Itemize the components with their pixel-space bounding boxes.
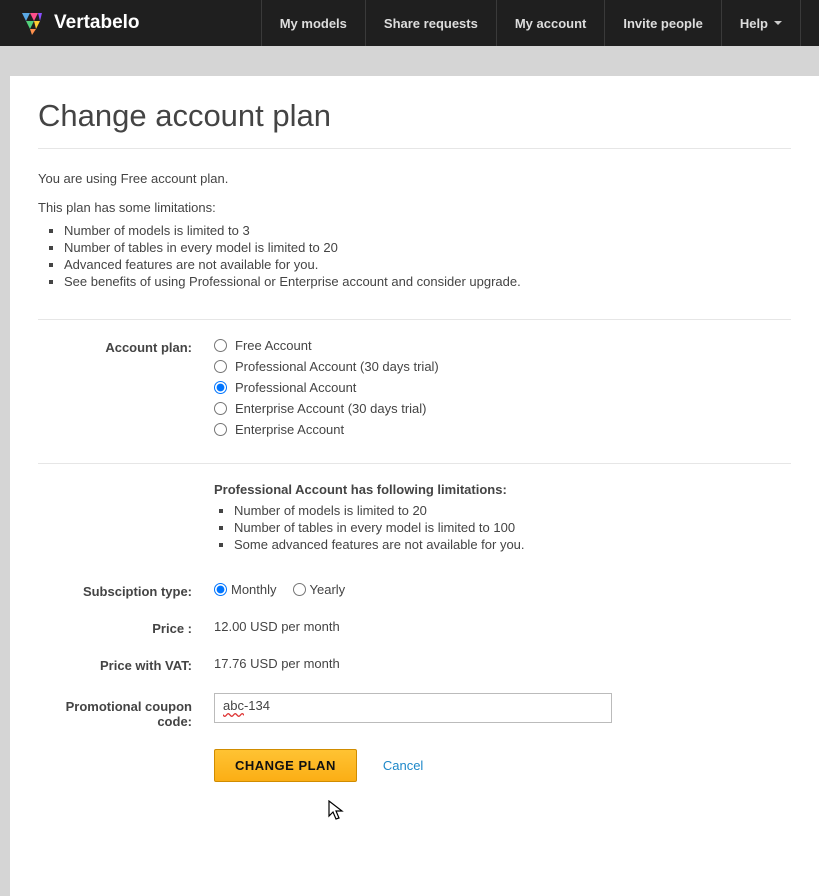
nav-label: My account: [515, 16, 587, 31]
account-plan-options: Free Account Professional Account (30 da…: [214, 338, 791, 443]
plan-option-free[interactable]: Free Account: [214, 338, 791, 353]
row-coupon: Promotional coupon code: abc-134: [38, 693, 791, 729]
subscription-option-monthly[interactable]: Monthly: [214, 582, 277, 597]
nav-label: Share requests: [384, 16, 478, 31]
actions: Change plan Cancel: [214, 749, 791, 782]
plan-option-label: Enterprise Account (30 days trial): [235, 401, 426, 416]
topbar: Vertabelo My models Share requests My ac…: [0, 0, 819, 46]
plan-option-pro[interactable]: Professional Account: [214, 380, 791, 395]
nav-share-requests[interactable]: Share requests: [365, 0, 496, 46]
price-label: Price :: [38, 619, 214, 636]
plan-option-label: Professional Account (30 days trial): [235, 359, 439, 374]
plan-option-label: Free Account: [235, 338, 312, 353]
divider: [38, 463, 791, 464]
coupon-input[interactable]: abc-134: [214, 693, 612, 723]
coupon-text-rest: -134: [244, 698, 270, 713]
plan-limits-head: Professional Account has following limit…: [214, 482, 791, 497]
subscription-option-label: Monthly: [231, 582, 277, 597]
nav-my-models[interactable]: My models: [261, 0, 365, 46]
price-vat-value: 17.76 USD per month: [214, 656, 791, 671]
row-subscription-type: Subsciption type: Monthly Yearly: [38, 582, 791, 599]
limitation-item: Number of models is limited to 3: [64, 223, 791, 238]
plan-option-ent[interactable]: Enterprise Account: [214, 422, 791, 437]
subscription-option-yearly[interactable]: Yearly: [293, 582, 346, 597]
nav-label: Invite people: [623, 16, 702, 31]
plan-limit-item: Some advanced features are not available…: [234, 537, 791, 552]
plan-limit-item: Number of tables in every model is limit…: [234, 520, 791, 535]
nav-my-account[interactable]: My account: [496, 0, 605, 46]
plan-radio[interactable]: [214, 402, 227, 415]
nav-invite-people[interactable]: Invite people: [604, 0, 720, 46]
selected-plan-limits: Professional Account has following limit…: [214, 482, 791, 552]
subscription-radio[interactable]: [293, 583, 306, 596]
plan-option-ent-trial[interactable]: Enterprise Account (30 days trial): [214, 401, 791, 416]
subscription-type-label: Subsciption type:: [38, 582, 214, 599]
plan-limit-item: Number of models is limited to 20: [234, 503, 791, 518]
plan-radio[interactable]: [214, 339, 227, 352]
plan-radio[interactable]: [214, 381, 227, 394]
coupon-text-misspelled: abc: [223, 698, 244, 713]
price-value: 12.00 USD per month: [214, 619, 791, 634]
nav-help[interactable]: Help: [721, 0, 801, 46]
limitation-item: See benefits of using Professional or En…: [64, 274, 791, 289]
plan-option-pro-trial[interactable]: Professional Account (30 days trial): [214, 359, 791, 374]
subscription-option-label: Yearly: [310, 582, 346, 597]
limitation-item: Number of tables in every model is limit…: [64, 240, 791, 255]
nav-label: My models: [280, 16, 347, 31]
content-card: Change account plan You are using Free a…: [10, 76, 819, 896]
brand-name: Vertabelo: [54, 12, 140, 34]
price-vat-label: Price with VAT:: [38, 656, 214, 673]
nav-label: Help: [740, 16, 768, 31]
page-title: Change account plan: [38, 98, 791, 149]
change-plan-button[interactable]: Change plan: [214, 749, 357, 782]
plan-option-label: Enterprise Account: [235, 422, 344, 437]
limitation-item: Advanced features are not available for …: [64, 257, 791, 272]
intro-text: You are using Free account plan.: [38, 171, 791, 186]
logo-icon: [18, 9, 46, 37]
chevron-down-icon: [774, 21, 782, 25]
brand-logo[interactable]: Vertabelo: [18, 9, 140, 37]
plan-radio[interactable]: [214, 360, 227, 373]
subscription-radio[interactable]: [214, 583, 227, 596]
row-price-with-vat: Price with VAT: 17.76 USD per month: [38, 656, 791, 673]
divider: [38, 319, 791, 320]
cancel-link[interactable]: Cancel: [383, 758, 423, 773]
limitations-lead: This plan has some limitations:: [38, 200, 791, 215]
plan-option-label: Professional Account: [235, 380, 356, 395]
row-account-plan: Account plan: Free Account Professional …: [38, 338, 791, 443]
row-price: Price : 12.00 USD per month: [38, 619, 791, 636]
top-nav: My models Share requests My account Invi…: [261, 0, 801, 46]
account-plan-label: Account plan:: [38, 338, 214, 355]
coupon-label: Promotional coupon code:: [38, 693, 214, 729]
limitations-list: Number of models is limited to 3 Number …: [38, 223, 791, 289]
plan-radio[interactable]: [214, 423, 227, 436]
